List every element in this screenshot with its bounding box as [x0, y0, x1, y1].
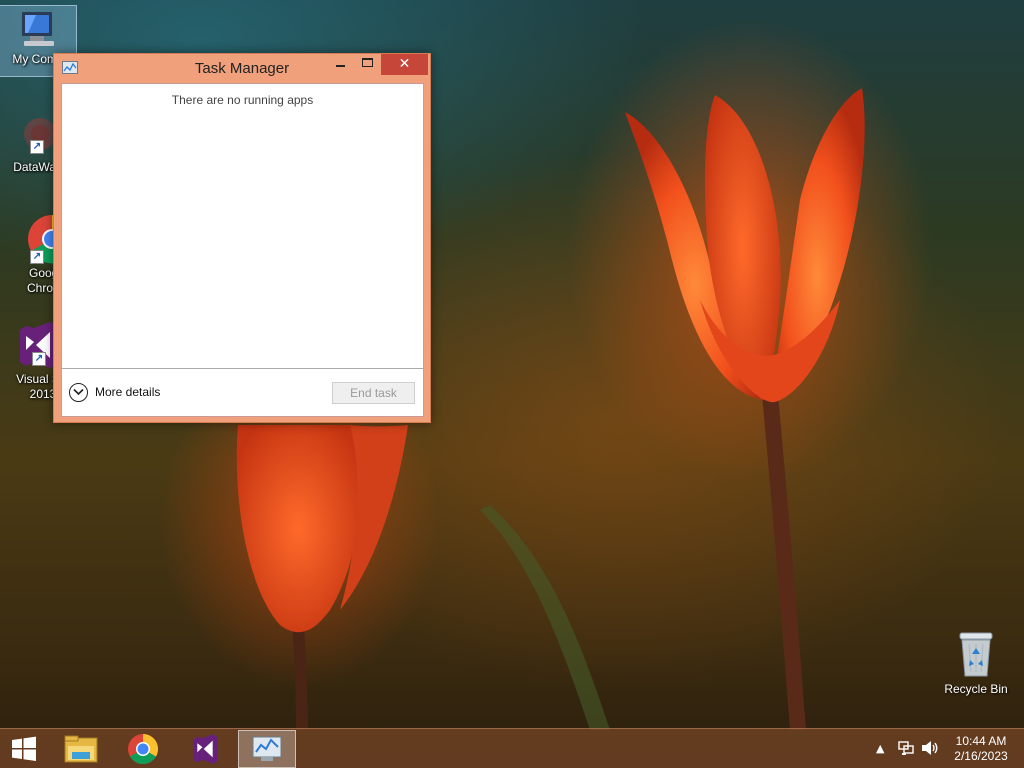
app-icon: ↗: [18, 114, 58, 158]
show-hidden-icons-icon: ▲: [876, 742, 885, 755]
close-button[interactable]: ✕: [381, 54, 428, 75]
more-details-button[interactable]: More details: [69, 382, 160, 402]
task-manager-window[interactable]: Task Manager ✕ There are no running apps…: [53, 53, 431, 423]
folder-icon: [64, 735, 98, 763]
network-button[interactable]: [898, 740, 914, 759]
no-running-apps-message: There are no running apps: [171, 93, 314, 107]
network-icon: [898, 741, 914, 755]
title-bar[interactable]: Task Manager ✕: [54, 54, 430, 83]
taskbar: ▲ 10:44 AM 2/16/2023: [0, 728, 1024, 768]
show-hidden-icons-button[interactable]: ▲: [876, 742, 884, 755]
chrome-icon: [128, 734, 159, 765]
end-task-button[interactable]: End task: [332, 382, 415, 404]
maximize-button[interactable]: [354, 54, 381, 75]
maximize-icon: [362, 58, 373, 67]
more-details-label: More details: [95, 385, 161, 399]
start-button[interactable]: [0, 730, 48, 768]
recycle-bin-icon: [959, 632, 993, 677]
computer-icon: [16, 10, 60, 50]
task-manager-icon: [252, 736, 282, 761]
minimize-icon: [336, 65, 345, 67]
task-manager-content: There are no running apps More details E…: [61, 83, 424, 417]
visual-studio-icon: [193, 734, 218, 764]
taskbar-clock[interactable]: 10:44 AM 2/16/2023: [948, 734, 1014, 764]
recycle-bin-label: Recycle Bin: [944, 682, 1008, 696]
minimize-button[interactable]: [326, 54, 354, 75]
desktop-icon-recycle-bin[interactable]: Recycle Bin: [940, 630, 1012, 696]
shortcut-arrow-icon: ↗: [32, 352, 46, 366]
windows-logo-icon: [12, 736, 36, 761]
taskbar-file-explorer[interactable]: [52, 730, 110, 768]
clock-date: 2/16/2023: [954, 749, 1008, 763]
taskbar-chrome[interactable]: [114, 730, 172, 768]
clock-time: 10:44 AM: [955, 734, 1007, 748]
taskbar-task-manager[interactable]: [238, 730, 296, 768]
volume-button[interactable]: [921, 740, 939, 759]
close-icon: ✕: [398, 56, 411, 72]
taskbar-visual-studio[interactable]: [176, 730, 234, 768]
shortcut-arrow-icon: ↗: [30, 140, 44, 154]
volume-icon: [922, 741, 938, 755]
shortcut-arrow-icon: ↗: [30, 250, 44, 264]
task-manager-footer: More details End task: [62, 368, 423, 416]
chevron-down-icon: [69, 382, 88, 402]
